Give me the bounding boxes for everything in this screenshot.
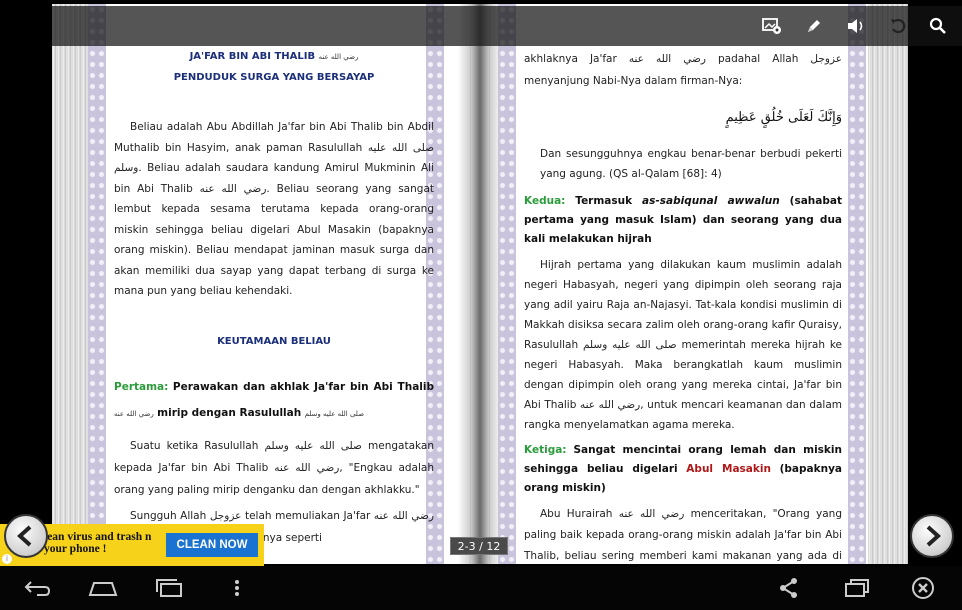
verse-translation: Dan sesungguhnya engkau benar-benar berb… <box>540 148 842 180</box>
share-icon[interactable] <box>774 576 804 600</box>
paragraph: akhlaknya Ja'far رضي الله عنه padahal Al… <box>524 53 842 87</box>
quran-verse: وَإِنَّكَ لَعَلَى خُلُقٍ عَظِيمٍ <box>725 110 842 125</box>
point-text: mirip dengan Rasulullah <box>157 407 302 419</box>
chevron-left-icon <box>17 525 32 547</box>
point-label: Ketiga: <box>524 444 567 456</box>
left-page-stack <box>52 4 92 564</box>
book-viewer[interactable]: JA'FAR BIN ABI THALIB رضي الله عنه PENDU… <box>0 0 962 566</box>
previous-page-button-overlay[interactable] <box>4 514 48 558</box>
honorific: صلى الله عليه وسلم <box>304 410 365 418</box>
page-border-decoration <box>88 4 106 564</box>
point-label: Pertama: <box>114 381 169 393</box>
next-page-button[interactable] <box>910 514 954 558</box>
system-navigation-bar <box>0 566 962 610</box>
back-icon[interactable] <box>22 576 52 600</box>
page-indicator: 2-3 / 12 <box>450 537 508 555</box>
left-page[interactable]: JA'FAR BIN ABI THALIB رضي الله عنه PENDU… <box>88 4 470 564</box>
left-page-content: JA'FAR BIN ABI THALIB رضي الله عنه PENDU… <box>114 48 434 549</box>
point-text-italic: as-sabiqunal awwalun <box>642 195 780 207</box>
undo-icon[interactable] <box>888 16 908 36</box>
chapter-title: JA'FAR BIN ABI THALIB رضي الله عنه <box>114 48 434 66</box>
point-text: Perawakan dan akhlak Ja'far bin Abi Thal… <box>172 381 434 393</box>
ad-info-icon[interactable]: i <box>2 554 12 564</box>
point-one-heading: Pertama: Perawakan dan akhlak Ja'far bin… <box>114 374 434 427</box>
honorific: رضي الله عنه <box>318 53 359 61</box>
point-two-heading: Kedua: Termasuk as-sabiqunal awwalun (sa… <box>524 192 842 249</box>
close-icon[interactable] <box>908 576 938 600</box>
intro-paragraph: Beliau adalah Abu Abdillah Ja'far bin Ab… <box>114 121 434 297</box>
section-title: KEUTAMAAN BELIAU <box>217 335 331 347</box>
home-icon[interactable] <box>88 576 118 600</box>
book-spine <box>458 4 502 564</box>
highlight-text: Abul Masakin <box>686 463 771 475</box>
search-icon[interactable] <box>928 16 948 36</box>
image-settings-icon[interactable] <box>762 16 782 36</box>
chapter-title-text: JA'FAR BIN ABI THALIB <box>189 51 316 62</box>
chapter-subtitle: PENDUDUK SURGA YANG BERSAYAP <box>173 72 375 83</box>
ad-text: lean virus and trash n your phone ! <box>44 531 152 555</box>
right-page-content: akhlaknya Ja'far رضي الله عنه padahal Al… <box>524 48 842 564</box>
window-icon[interactable] <box>842 576 872 600</box>
honorific: رضي الله عنه <box>114 410 154 418</box>
paragraph: Suatu ketika Rasulullah صلى الله عليه وس… <box>114 440 434 496</box>
right-page-stack <box>866 4 908 564</box>
chevron-right-icon <box>926 525 941 547</box>
volume-icon[interactable] <box>846 16 866 36</box>
reader-toolbar <box>52 6 962 46</box>
point-three-heading: Ketiga: Sangat mencintai orang lemah dan… <box>524 441 842 498</box>
paragraph: Hijrah pertama yang dilakukan kaum musli… <box>524 259 842 431</box>
point-text: Termasuk <box>575 195 633 207</box>
right-page[interactable]: akhlaknya Ja'far رضي الله عنه padahal Al… <box>490 4 868 564</box>
paragraph: Abu Hurairah رضي الله عنه menceritakan, … <box>524 508 842 562</box>
recent-apps-icon[interactable] <box>154 576 184 600</box>
ad-clean-now-button[interactable]: CLEAN NOW <box>166 533 258 557</box>
pen-icon[interactable] <box>804 16 824 36</box>
point-label: Kedua: <box>524 195 566 207</box>
menu-icon[interactable] <box>222 576 252 600</box>
page-border-decoration <box>848 4 866 564</box>
